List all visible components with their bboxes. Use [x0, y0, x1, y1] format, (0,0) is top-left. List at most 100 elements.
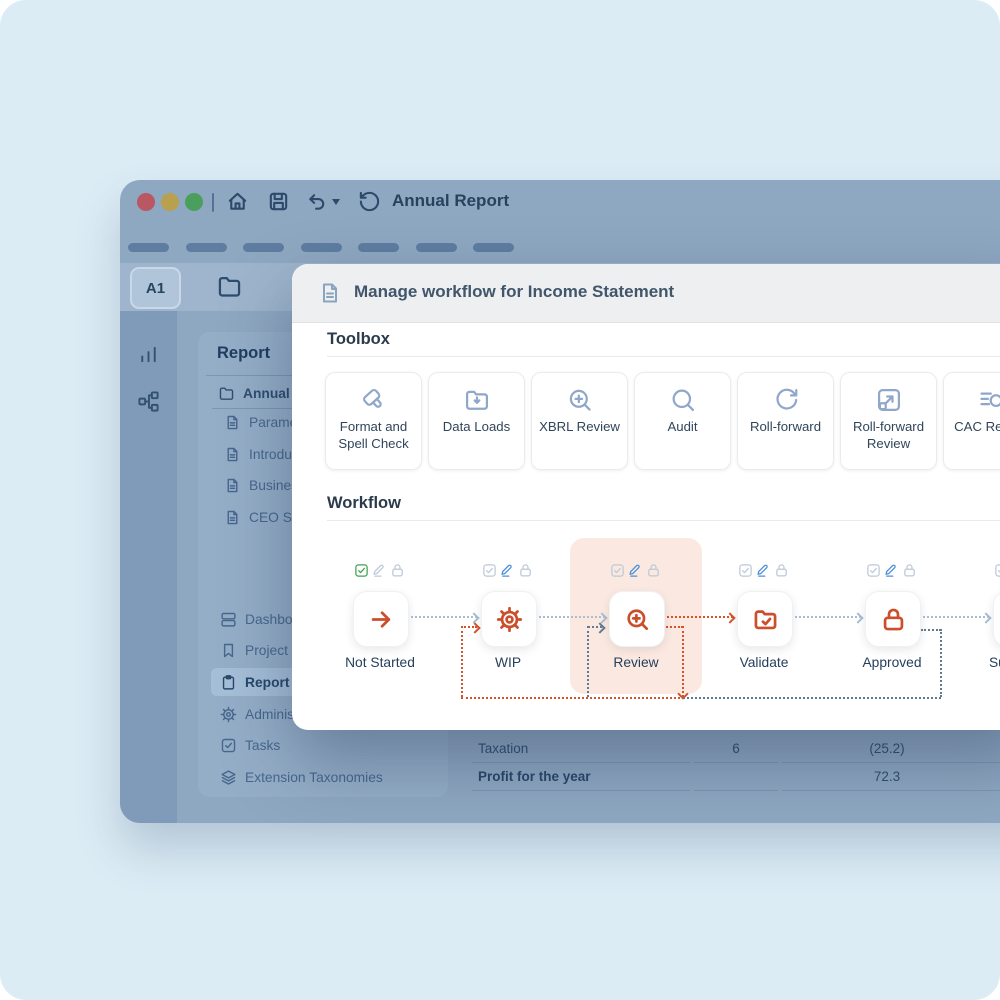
table-note: 6 [694, 741, 778, 756]
maximize-window-button[interactable] [185, 193, 203, 211]
hierarchy-icon[interactable] [137, 390, 160, 413]
titlebar-divider [212, 193, 214, 212]
pencil-icon [372, 563, 387, 578]
table-value: (25.2) [782, 741, 992, 756]
step-status-icons [738, 563, 792, 579]
workflow-step-not-started[interactable] [353, 591, 409, 647]
arrow-head-icon [852, 612, 863, 623]
ribbon-pill-button[interactable] [358, 243, 399, 252]
dashboard-icon [220, 611, 237, 628]
checkbox-icon [354, 563, 369, 578]
cell-reference[interactable]: A1 [130, 267, 181, 309]
pencil-icon [756, 563, 771, 578]
arrow-head-icon [724, 612, 735, 623]
minimize-window-button[interactable] [161, 193, 179, 211]
tool-label: Data Loads [432, 419, 521, 436]
ribbon-pill-button[interactable] [128, 243, 169, 252]
pencil-icon [500, 563, 515, 578]
table-value: 72.3 [782, 769, 992, 784]
page-background: Annual Report A1 Report Annual RParameIn… [0, 0, 1000, 1000]
step-label: Review [576, 655, 696, 670]
tool-card-roll-forward[interactable]: Roll-forward [737, 372, 834, 470]
file-icon [224, 446, 241, 463]
workflow-step-submitted[interactable] [993, 591, 1000, 647]
zoom-plus-icon [624, 606, 651, 633]
rollback-path [921, 629, 941, 631]
sidebar-item-extension-taxonomies[interactable]: Extension Taxonomies [220, 764, 442, 792]
list-search-icon [978, 386, 1000, 414]
titlebar: Annual Report [120, 180, 1000, 243]
checkbox-icon [220, 737, 237, 754]
step-status-icons [354, 563, 408, 579]
tool-card-roll-forward-review[interactable]: Roll-forward Review [840, 372, 937, 470]
step-label: Approved [832, 655, 952, 670]
tool-card-audit[interactable]: Audit [634, 372, 731, 470]
ribbon-pill-button[interactable] [243, 243, 284, 252]
step-label: Validate [704, 655, 824, 670]
tool-card-format-and-spell-check[interactable]: Format and Spell Check [325, 372, 422, 470]
tool-label: Roll-forward Review [844, 419, 933, 452]
table-row-label: Taxation [478, 741, 528, 756]
step-status-icons [866, 563, 920, 579]
toolbox-heading: Toolbox [327, 330, 390, 349]
ribbon-pill-button[interactable] [473, 243, 514, 252]
caret-down-icon[interactable] [332, 199, 340, 205]
step-status-icons [482, 563, 536, 579]
file-icon [224, 477, 241, 494]
lock-icon [390, 563, 405, 578]
sidebar-item-tasks[interactable]: Tasks [220, 732, 442, 760]
checkbox-icon [610, 563, 625, 578]
bookmark-icon [220, 642, 237, 659]
step-label: WIP [448, 655, 568, 670]
checkbox-icon [866, 563, 881, 578]
step-label: Not Started [320, 655, 440, 670]
income-statement-table: Taxation 6 (25.2) Profit for the year 72… [472, 733, 1000, 803]
step-status-icons [994, 563, 1000, 579]
undo-icon[interactable] [306, 190, 329, 213]
divider [327, 356, 1000, 357]
clipboard-icon [220, 674, 237, 691]
save-icon[interactable] [267, 190, 290, 213]
folder-check-icon [752, 606, 779, 633]
expand-icon [875, 386, 903, 414]
rotate-icon [772, 386, 800, 414]
dialog-header: Manage workflow for Income Statement [292, 264, 1000, 323]
manage-workflow-dialog: Manage workflow for Income Statement Too… [292, 264, 1000, 730]
lock-icon [880, 606, 907, 633]
checkbox-icon [482, 563, 497, 578]
workflow-step-wip[interactable] [481, 591, 537, 647]
workflow-step-review[interactable] [609, 591, 665, 647]
rollback-path [683, 697, 941, 699]
home-icon[interactable] [226, 190, 249, 213]
format-brush-icon [360, 386, 388, 414]
refresh-icon[interactable] [358, 190, 381, 213]
lock-icon [518, 563, 533, 578]
folder-download-icon [463, 386, 491, 414]
layers-icon [220, 769, 237, 786]
ribbon-pill-button[interactable] [186, 243, 227, 252]
ribbon-pill-button[interactable] [416, 243, 457, 252]
bar-chart-icon[interactable] [137, 343, 160, 366]
file-icon [224, 509, 241, 526]
tool-card-cac-review[interactable]: CAC Review [943, 372, 1000, 470]
workflow-step-validate[interactable] [737, 591, 793, 647]
dialog-title: Manage workflow for Income Statement [354, 282, 674, 302]
lock-icon [902, 563, 917, 578]
tool-card-data-loads[interactable]: Data Loads [428, 372, 525, 470]
tool-label: XBRL Review [535, 419, 624, 436]
window-title: Annual Report [392, 191, 509, 211]
checkbox-icon [738, 563, 753, 578]
pencil-icon [628, 563, 643, 578]
close-window-button[interactable] [137, 193, 155, 211]
tool-label: CAC Review [947, 419, 1000, 436]
table-row-label: Profit for the year [478, 769, 591, 784]
ribbon-pill-button[interactable] [301, 243, 342, 252]
tool-card-xbrl-review[interactable]: XBRL Review [531, 372, 628, 470]
step-status-icons [610, 563, 664, 579]
checkbox-icon [994, 563, 1000, 578]
folder-icon[interactable] [216, 273, 243, 300]
workflow-step-approved[interactable] [865, 591, 921, 647]
arrow-head-icon [980, 612, 991, 623]
tool-label: Format and Spell Check [329, 419, 418, 452]
arrow-right-icon [368, 606, 395, 633]
